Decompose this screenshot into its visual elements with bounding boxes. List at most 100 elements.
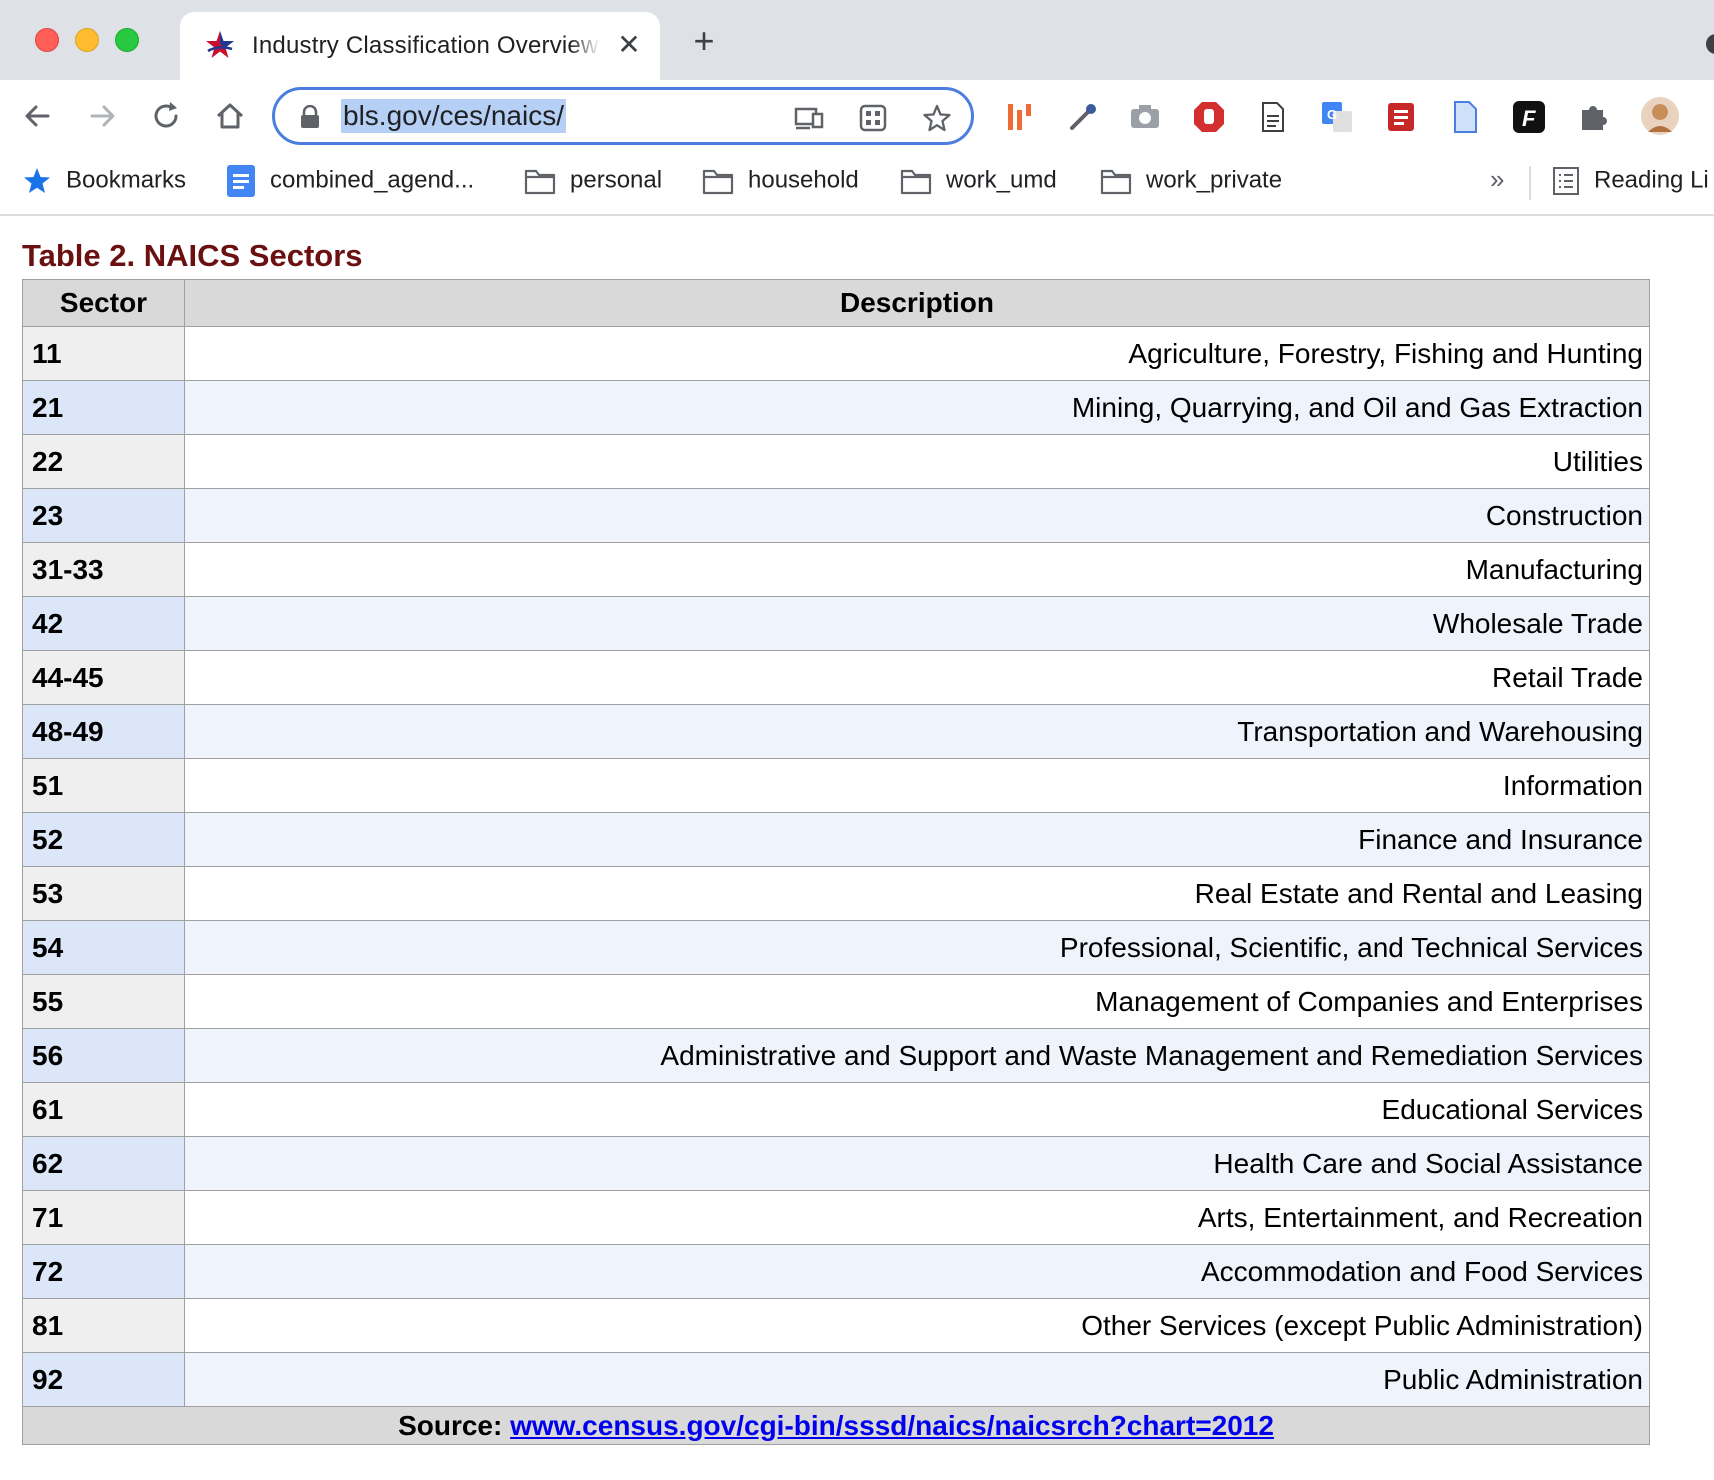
bookmark-label: personal [570,166,663,194]
google-translate-icon[interactable]: G [1320,100,1354,134]
red-document-icon[interactable] [1384,100,1418,134]
bookmarks-bar: Bookmarks combined_agend... personal hou… [0,152,1714,216]
sector-description-cell: Educational Services [184,1082,1650,1137]
close-window-button[interactable] [35,28,59,52]
sector-description-cell: Administrative and Support and Waste Man… [184,1028,1650,1083]
tab-strip: Industry Classification Overview ✕ + [0,0,1714,80]
bookmark-star-icon[interactable] [921,102,953,134]
sector-description-cell: Construction [184,488,1650,543]
qr-code-icon[interactable] [857,102,889,134]
sector-code-cell: 53 [22,866,185,921]
reading-list-button[interactable]: Reading Li [1552,162,1709,198]
sector-description-cell: Accommodation and Food Services [184,1244,1650,1299]
source-label: Source: [398,1409,503,1441]
sector-code-cell: 31-33 [22,542,185,597]
blue-document-icon[interactable] [1448,100,1482,134]
camera-icon[interactable] [1128,100,1162,134]
sector-description-cell: Public Administration [184,1352,1650,1407]
table-row: 54 Professional, Scientific, and Technica… [22,920,1650,975]
active-tab[interactable]: Industry Classification Overview ✕ [180,12,660,80]
new-tab-button[interactable]: + [688,23,720,59]
table-row: 31-33 Manufacturing [22,542,1650,597]
table-row: 21 Mining, Quarrying, and Oil and Gas Ext… [22,380,1650,435]
url-text[interactable]: bls.gov/ces/naics/ [341,99,566,133]
sector-description-cell: Real Estate and Rental and Leasing [184,866,1650,921]
table-row: 71 Arts, Entertainment, and Recreation [22,1190,1650,1245]
sector-code-cell: 51 [22,758,185,813]
bookmark-combined-agenda[interactable]: combined_agend... [226,162,474,198]
bookmark-label: work_private [1146,166,1283,194]
reload-icon[interactable] [146,96,186,136]
table-row: 42 Wholesale Trade [22,596,1650,651]
sector-code-cell: 22 [22,434,185,489]
sector-code-cell: 21 [22,380,185,435]
source-row: Source: www.census.gov/cgi-bin/sssd/naic… [22,1406,1650,1445]
sector-code-cell: 55 [22,974,185,1029]
bookmark-label: combined_agend... [270,166,475,194]
table-row: 55 Management of Companies and Enterprise… [22,974,1650,1029]
lock-icon[interactable] [299,105,321,129]
zoom-window-button[interactable] [115,28,139,52]
profile-avatar[interactable] [1640,96,1680,136]
table-row: 44-45 Retail Trade [22,650,1650,705]
minimize-window-button[interactable] [75,28,99,52]
table-row: 11 Agriculture, Forestry, Fishing and Hun… [22,326,1650,381]
naics-sectors-table: Sector Description 11 Agriculture, Forest… [22,279,1650,1445]
table-row: 72 Accommodation and Food Services [22,1244,1650,1299]
extension-orange-bars-icon[interactable] [1002,100,1036,134]
sector-code-cell: 61 [22,1082,185,1137]
svg-text:G: G [1327,107,1337,122]
table-row: 22 Utilities [22,434,1650,489]
folder-icon [702,169,734,194]
bookmarks-overflow-chevron-icon[interactable]: » [1490,164,1504,195]
source-cell: Source: www.census.gov/cgi-bin/sssd/naic… [22,1406,1650,1445]
document-extension-icon[interactable] [1256,100,1290,134]
table-body: 11 Agriculture, Forestry, Fishing and Hun… [22,326,1650,1407]
back-arrow-icon[interactable] [18,96,58,136]
bookmark-folder-personal[interactable]: personal [524,162,662,198]
sector-description-cell: Manufacturing [184,542,1650,597]
sector-description-cell: Finance and Insurance [184,812,1650,867]
adblock-hand-icon[interactable] [1192,100,1226,134]
bookmark-folder-household[interactable]: household [702,162,859,198]
table-row: 48-49 Transportation and Warehousing [22,704,1650,759]
sector-code-cell: 71 [22,1190,185,1245]
sector-code-cell: 52 [22,812,185,867]
sector-description-cell: Mining, Quarrying, and Oil and Gas Extra… [184,380,1650,435]
sector-code-cell: 11 [22,326,185,381]
docs-icon [227,164,255,197]
bookmark-folder-work-private[interactable]: work_private [1100,162,1282,198]
tab-title: Industry Classification Overview [252,32,600,62]
bookmark-bookmarks[interactable]: Bookmarks [22,162,186,198]
bookmark-label: work_umd [946,166,1057,194]
table-row: 62 Health Care and Social Assistance [22,1136,1650,1191]
reading-list-label: Reading Li [1594,166,1709,194]
folder-icon [1100,169,1132,194]
address-bar[interactable]: bls.gov/ces/naics/ [272,87,974,145]
sector-code-cell: 48-49 [22,704,185,759]
forward-arrow-icon[interactable] [82,96,122,136]
eyedropper-icon[interactable] [1066,100,1100,134]
folder-icon [524,169,556,194]
sector-code-cell: 54 [22,920,185,975]
f-extension-icon[interactable]: F [1512,100,1546,134]
sector-description-cell: Health Care and Social Assistance [184,1136,1650,1191]
install-app-icon[interactable] [793,102,825,134]
sector-code-cell: 92 [22,1352,185,1407]
svg-text:F: F [1522,106,1536,131]
table-row: 81 Other Services (except Public Administ… [22,1298,1650,1353]
sector-code-cell: 42 [22,596,185,651]
home-icon[interactable] [210,96,250,136]
bookmark-label: Bookmarks [66,166,187,194]
tab-search-icon[interactable] [1706,34,1714,54]
bls-star-favicon-icon [206,31,234,58]
table-row: 92 Public Administration [22,1352,1650,1407]
sector-code-cell: 56 [22,1028,185,1083]
close-tab-icon[interactable]: ✕ [614,30,644,60]
puzzle-extensions-icon[interactable] [1576,100,1610,134]
source-link[interactable]: www.census.gov/cgi-bin/sssd/naics/naicsr… [510,1410,1274,1441]
sector-description-cell: Other Services (except Public Administra… [184,1298,1650,1353]
bookmark-folder-work-umd[interactable]: work_umd [900,162,1057,198]
table-row: 53 Real Estate and Rental and Leasing [22,866,1650,921]
table-header-row: Sector Description [22,279,1650,327]
